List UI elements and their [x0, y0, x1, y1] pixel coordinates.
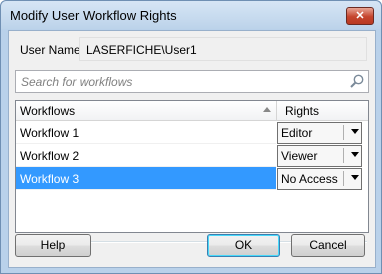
column-header-workflows[interactable]: Workflows: [16, 101, 277, 120]
chevron-down-icon[interactable]: [351, 152, 359, 157]
table-row[interactable]: Workflow 2 Viewer: [16, 144, 368, 167]
cancel-button[interactable]: Cancel: [291, 234, 365, 257]
workflow-name: Workflow 2: [20, 149, 80, 163]
search-placeholder: Search for workflows: [21, 75, 133, 89]
sort-ascending-icon: [263, 107, 271, 112]
column-header-workflows-label: Workflows: [20, 104, 76, 118]
workflow-table: Workflows Rights Workflow 1 Editor Workf…: [15, 100, 369, 233]
rights-value: Viewer: [281, 149, 318, 163]
table-header: Workflows Rights: [16, 101, 368, 121]
workflow-name-cell[interactable]: Workflow 2: [16, 144, 276, 167]
dialog-window: Modify User Workflow Rights ✕ User Name:…: [0, 0, 382, 274]
close-icon: ✕: [355, 10, 365, 22]
user-name-value: LASERFICHE\User1: [86, 43, 197, 57]
rights-value: Editor: [281, 126, 313, 140]
dropdown-separator: [343, 171, 344, 186]
title-bar[interactable]: Modify User Workflow Rights ✕: [1, 1, 381, 29]
dialog-title: Modify User Workflow Rights: [10, 8, 177, 23]
help-button[interactable]: Help: [15, 234, 91, 257]
dropdown-separator: [343, 148, 344, 163]
rights-dropdown[interactable]: No Access: [277, 168, 362, 190]
search-icon[interactable]: [349, 73, 365, 89]
workflow-name-cell[interactable]: Workflow 3: [16, 167, 276, 190]
ok-button[interactable]: OK: [207, 234, 280, 257]
column-header-rights-label: Rights: [285, 104, 320, 118]
search-input[interactable]: Search for workflows: [15, 70, 369, 93]
dropdown-separator: [343, 125, 344, 140]
chevron-down-icon[interactable]: [351, 129, 359, 134]
column-header-rights[interactable]: Rights: [277, 101, 368, 120]
rights-value: No Access: [281, 172, 338, 186]
dialog-client: User Name: LASERFICHE\User1 Search for w…: [8, 30, 376, 268]
workflow-name: Workflow 1: [20, 126, 80, 140]
close-button[interactable]: ✕: [346, 7, 374, 25]
table-row-selected[interactable]: Workflow 3 No Access: [16, 167, 368, 190]
table-row[interactable]: Workflow 1 Editor: [16, 121, 368, 144]
rights-dropdown[interactable]: Viewer: [277, 145, 362, 167]
workflow-name-cell[interactable]: Workflow 1: [16, 121, 276, 144]
workflow-name: Workflow 3: [20, 172, 80, 186]
rights-dropdown[interactable]: Editor: [277, 122, 362, 144]
chevron-down-icon[interactable]: [351, 175, 359, 180]
user-name-label: User Name:: [20, 43, 85, 57]
user-name-field: LASERFICHE\User1: [79, 37, 367, 61]
